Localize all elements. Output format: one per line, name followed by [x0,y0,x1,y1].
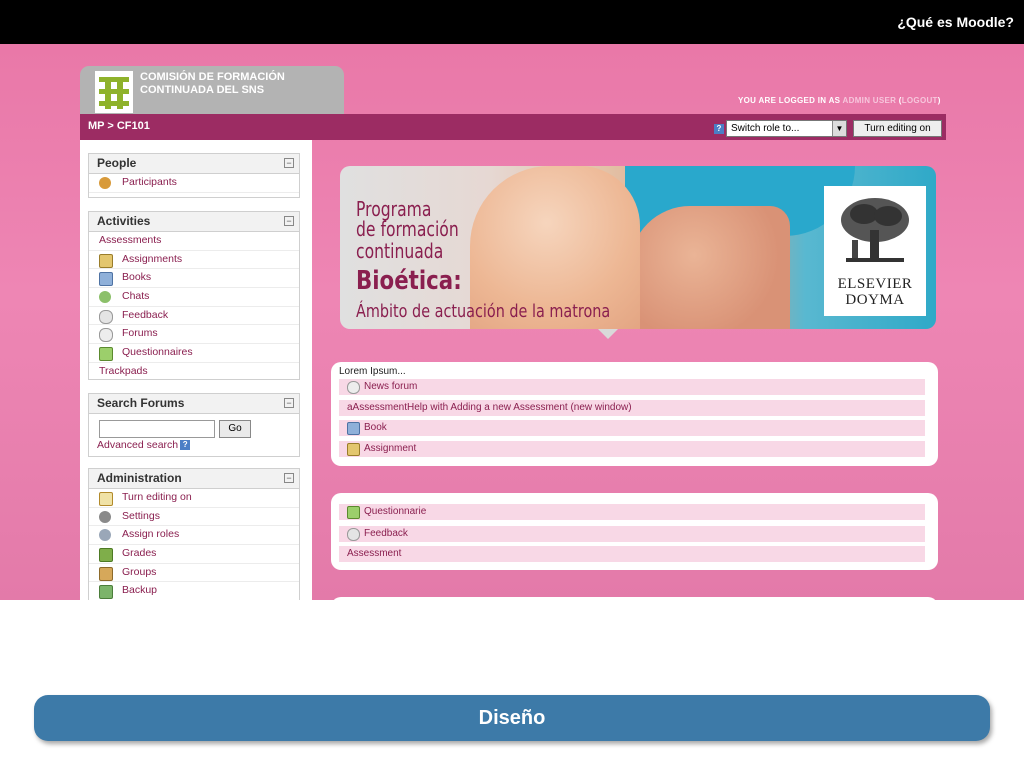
course-section-1: Lorem Ipsum... News forum aAssessmentHel… [331,362,938,466]
sidebar-item-chats[interactable]: Chats [89,288,299,307]
turn-editing-on-button[interactable]: Turn editing on [853,120,942,137]
collapse-icon[interactable]: − [284,398,294,408]
questionnaire-icon [99,347,113,362]
elsevier-tree-icon [841,198,909,262]
feedback-icon [347,528,360,541]
search-forums-block: Search Forums − Go Advanced search? [88,393,300,457]
site-logo[interactable]: COMISIÓN DE FORMACIÓN CONTINUADA DEL SNS [80,66,344,114]
sidebar-item-questionnaires[interactable]: Questionnaires [89,344,299,363]
administration-block: Administration − Turn editing on Setting… [88,468,300,600]
admin-item-groups[interactable]: Groups [89,564,299,583]
logo-text: COMISIÓN DE FORMACIÓN CONTINUADA DEL SNS [140,71,285,96]
moodle-screenshot: COMISIÓN DE FORMACIÓN CONTINUADA DEL SNS… [0,44,1024,600]
sidebar-item-participants[interactable]: Participants [89,174,299,193]
book-icon [99,272,113,287]
admin-item-backup[interactable]: Backup [89,582,299,600]
sidebar-item-forums[interactable]: Forums [89,325,299,345]
banner-subtitle: Ámbito de actuación de la matrona [356,301,611,322]
activity-assessment-help[interactable]: aAssessmentHelp with Adding a new Assess… [339,400,925,416]
collapse-icon[interactable]: − [284,473,294,483]
activity-assessment[interactable]: Assessment [339,546,925,562]
course-banner-image: Programa de formación continuada Bioétic… [340,166,936,329]
go-button[interactable]: Go [219,420,251,438]
grades-icon [99,548,113,563]
slide-title: ¿Qué es Moodle? [897,14,1014,30]
feedback-icon [99,309,113,324]
users-icon [99,177,111,189]
banner-line-3: continuada [356,239,444,263]
search-forums-title: Search Forums [97,396,185,410]
assignment-icon [99,253,113,268]
search-forums-input[interactable] [99,420,215,438]
slide-top-bar: ¿Qué es Moodle? [0,0,1024,44]
admin-item-grades[interactable]: Grades [89,545,299,564]
book-icon [347,422,360,435]
people-block-title: People [97,156,137,170]
activities-block: Activities − Assessments Assignments Boo… [88,211,300,380]
chat-icon [99,291,111,304]
logo-mark-icon [95,71,133,113]
admin-item-assign-roles[interactable]: Assign roles [89,526,299,546]
banner-title: Bioética: [356,266,462,296]
activity-book[interactable]: Book [339,420,925,436]
activity-feedback[interactable]: Feedback [339,526,925,542]
activities-block-title: Activities [97,214,151,228]
groups-icon [99,566,113,581]
banner-line-2: de formación [356,217,459,241]
breadcrumb[interactable]: MP > CF101 [88,120,150,132]
roles-icon [99,529,111,542]
activity-questionnaire[interactable]: Questionnarie [339,504,925,520]
admin-item-settings[interactable]: Settings [89,508,299,527]
assignment-icon [347,443,360,456]
forum-icon [347,381,360,394]
slide-caption-bar: Diseño [34,695,990,741]
banner-photo-woman [630,206,790,329]
switch-role-value: Switch role to... [731,123,800,134]
navbar: MP > CF101 ? Switch role to... ▼ Turn ed… [80,114,946,140]
help-icon[interactable]: ? [180,440,191,451]
login-info: YOU ARE LOGGED IN AS ADMIN USER (LOGOUT) [738,96,941,105]
sidebar-item-books[interactable]: Books [89,269,299,289]
forum-icon [99,328,113,343]
course-section-2: Questionnarie Feedback Assessment [331,493,938,570]
sidebar-item-trackpads[interactable]: Trackpads [89,363,299,381]
admin-item-turn-editing-on[interactable]: Turn editing on [89,489,299,508]
sidebar-item-feedback[interactable]: Feedback [89,307,299,326]
login-prefix: YOU ARE LOGGED IN AS [738,96,841,105]
left-sidebar: People − Participants Activities − Asses… [80,140,312,600]
dropdown-arrow-icon: ▼ [832,121,846,136]
switch-role-select[interactable]: Switch role to... ▼ [726,120,847,137]
backup-icon [99,585,113,600]
people-block: People − Participants [88,153,300,198]
slide-caption: Diseño [478,707,546,729]
help-icon[interactable]: ? [714,124,724,134]
collapse-icon[interactable]: − [284,216,294,226]
questionnaire-icon [347,506,360,519]
publisher-line-2: DOYMA [845,292,905,308]
advanced-search-link[interactable]: Advanced search? [97,439,191,451]
publisher-line-1: ELSEVIER [837,276,913,292]
settings-icon [99,510,111,523]
section-summary: Lorem Ipsum... [339,366,406,377]
sidebar-item-assignments[interactable]: Assignments [89,251,299,270]
elsevier-doyma-logo: ELSEVIER DOYMA [824,186,926,316]
sidebar-item-assessments[interactable]: Assessments [89,232,299,251]
collapse-icon[interactable]: − [284,158,294,168]
activity-assignment[interactable]: Assignment [339,441,925,457]
edit-icon [99,492,113,506]
login-user-link[interactable]: ADMIN USER [843,96,897,105]
logout-close-paren: ) [937,96,941,105]
administration-title: Administration [97,471,182,485]
logout-link[interactable]: LOGOUT [902,96,938,105]
course-section-3 [331,597,938,600]
activity-news-forum[interactable]: News forum [339,379,925,395]
banner-pointer [598,329,618,339]
